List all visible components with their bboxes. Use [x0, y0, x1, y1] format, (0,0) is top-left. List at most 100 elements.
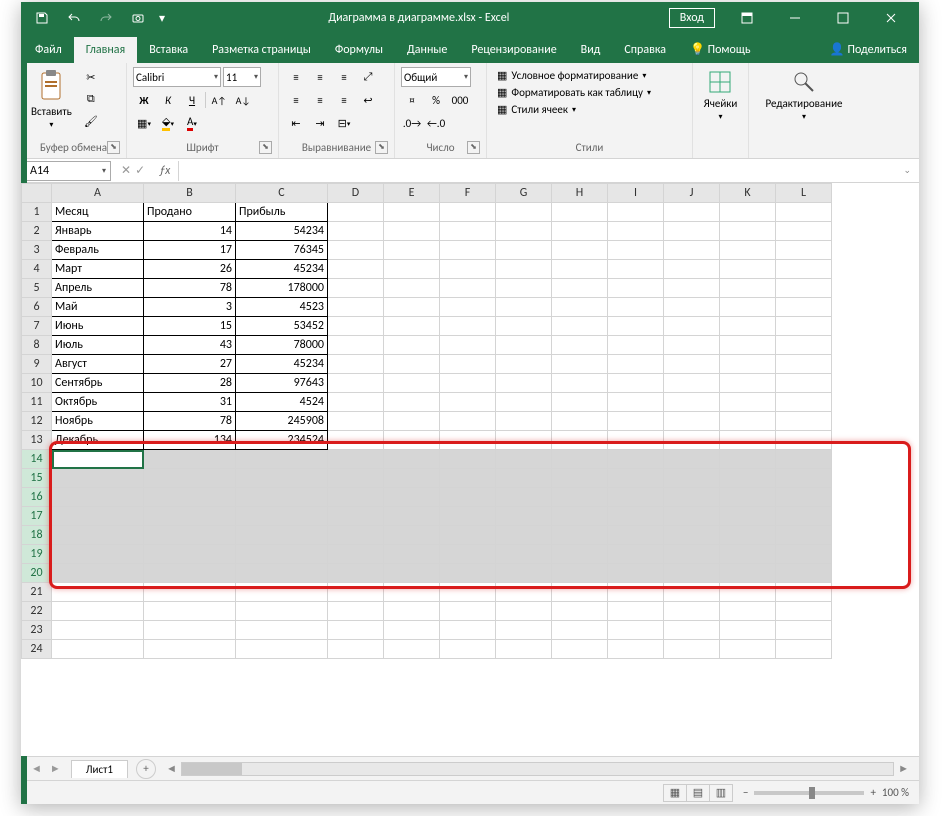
cell[interactable] [440, 412, 496, 431]
zoom-slider[interactable] [754, 791, 864, 795]
cancel-formula-icon[interactable]: ✕ [121, 163, 131, 178]
cell[interactable] [144, 545, 236, 564]
cell[interactable] [496, 260, 552, 279]
cell[interactable] [440, 336, 496, 355]
row-header[interactable]: 2 [22, 222, 52, 241]
column-header[interactable]: C [236, 184, 328, 203]
cell[interactable] [664, 279, 720, 298]
cell[interactable] [776, 640, 832, 659]
cell[interactable] [440, 431, 496, 450]
cell[interactable] [608, 583, 664, 602]
cell[interactable]: Июнь [52, 317, 144, 336]
cell[interactable] [328, 393, 384, 412]
cell[interactable] [236, 640, 328, 659]
cell[interactable] [664, 431, 720, 450]
cell[interactable] [552, 564, 608, 583]
cell[interactable] [552, 355, 608, 374]
cell[interactable] [776, 412, 832, 431]
cell[interactable] [608, 640, 664, 659]
cell[interactable] [496, 469, 552, 488]
cell[interactable] [552, 279, 608, 298]
cell[interactable]: Март [52, 260, 144, 279]
font-name-combo[interactable]: Calibri▾ [133, 67, 221, 87]
login-button[interactable]: Вход [669, 8, 715, 28]
cell[interactable] [664, 317, 720, 336]
row-header[interactable]: 4 [22, 260, 52, 279]
cell[interactable] [496, 488, 552, 507]
cell[interactable] [776, 241, 832, 260]
cell[interactable] [236, 450, 328, 469]
cell[interactable] [384, 583, 440, 602]
column-header[interactable]: E [384, 184, 440, 203]
cell[interactable] [664, 469, 720, 488]
cell[interactable] [664, 621, 720, 640]
cell[interactable] [496, 393, 552, 412]
cell[interactable] [776, 431, 832, 450]
cell[interactable] [608, 260, 664, 279]
fx-icon[interactable]: ƒx [151, 164, 178, 178]
cell[interactable]: 4523 [236, 298, 328, 317]
cell[interactable] [608, 298, 664, 317]
wrap-text-icon[interactable]: ↩ [357, 90, 379, 110]
cell[interactable] [776, 298, 832, 317]
cell[interactable] [52, 469, 144, 488]
cell[interactable] [236, 545, 328, 564]
cell[interactable] [440, 374, 496, 393]
cell[interactable] [496, 507, 552, 526]
cell[interactable] [236, 488, 328, 507]
cell[interactable] [328, 450, 384, 469]
cell[interactable] [608, 507, 664, 526]
cell[interactable] [720, 279, 776, 298]
minimize-icon[interactable] [773, 4, 817, 32]
number-format-combo[interactable]: Общий▾ [401, 67, 471, 87]
row-header[interactable]: 14 [22, 450, 52, 469]
cell[interactable] [664, 393, 720, 412]
name-box[interactable]: A14▾ [25, 161, 111, 181]
cell[interactable] [720, 374, 776, 393]
cell[interactable] [328, 469, 384, 488]
cell[interactable]: 54234 [236, 222, 328, 241]
cell[interactable] [328, 203, 384, 222]
cell[interactable] [440, 241, 496, 260]
column-header[interactable]: K [720, 184, 776, 203]
cell[interactable] [236, 602, 328, 621]
align-center-icon[interactable]: ≡ [309, 90, 331, 110]
tab-формулы[interactable]: Формулы [323, 37, 395, 63]
close-icon[interactable] [869, 4, 913, 32]
cell[interactable] [144, 583, 236, 602]
scroll-right-icon[interactable]: ► [898, 762, 909, 775]
cell[interactable] [776, 583, 832, 602]
cell[interactable] [720, 431, 776, 450]
column-header[interactable]: J [664, 184, 720, 203]
cell[interactable] [664, 488, 720, 507]
format-as-table-button[interactable]: ▦Форматировать как таблицу▾ [493, 84, 655, 101]
cell[interactable]: 134 [144, 431, 236, 450]
share-button[interactable]: 👤 Поделиться [818, 36, 919, 63]
cell[interactable] [496, 431, 552, 450]
cell[interactable] [608, 469, 664, 488]
cell[interactable] [236, 526, 328, 545]
cell[interactable] [776, 374, 832, 393]
row-header[interactable]: 21 [22, 583, 52, 602]
cell[interactable] [328, 222, 384, 241]
cell[interactable] [384, 355, 440, 374]
cell[interactable] [328, 355, 384, 374]
sheet-tab[interactable]: Лист1 [71, 760, 128, 778]
cell[interactable] [384, 279, 440, 298]
row-header[interactable]: 3 [22, 241, 52, 260]
cell[interactable] [608, 488, 664, 507]
zoom-in-icon[interactable]: + [870, 786, 875, 799]
zoom-out-icon[interactable]: − [743, 786, 748, 799]
cell[interactable] [384, 564, 440, 583]
cell[interactable] [496, 450, 552, 469]
cell[interactable] [608, 203, 664, 222]
cell[interactable] [664, 412, 720, 431]
currency-icon[interactable]: ¤ [401, 90, 423, 110]
cell[interactable] [496, 355, 552, 374]
qat-customize-icon[interactable]: ▾ [155, 4, 169, 32]
cell[interactable] [384, 412, 440, 431]
column-header[interactable]: H [552, 184, 608, 203]
cell-styles-button[interactable]: ▦Стили ячеек▾ [493, 101, 580, 118]
cell[interactable] [664, 222, 720, 241]
cell[interactable] [664, 545, 720, 564]
